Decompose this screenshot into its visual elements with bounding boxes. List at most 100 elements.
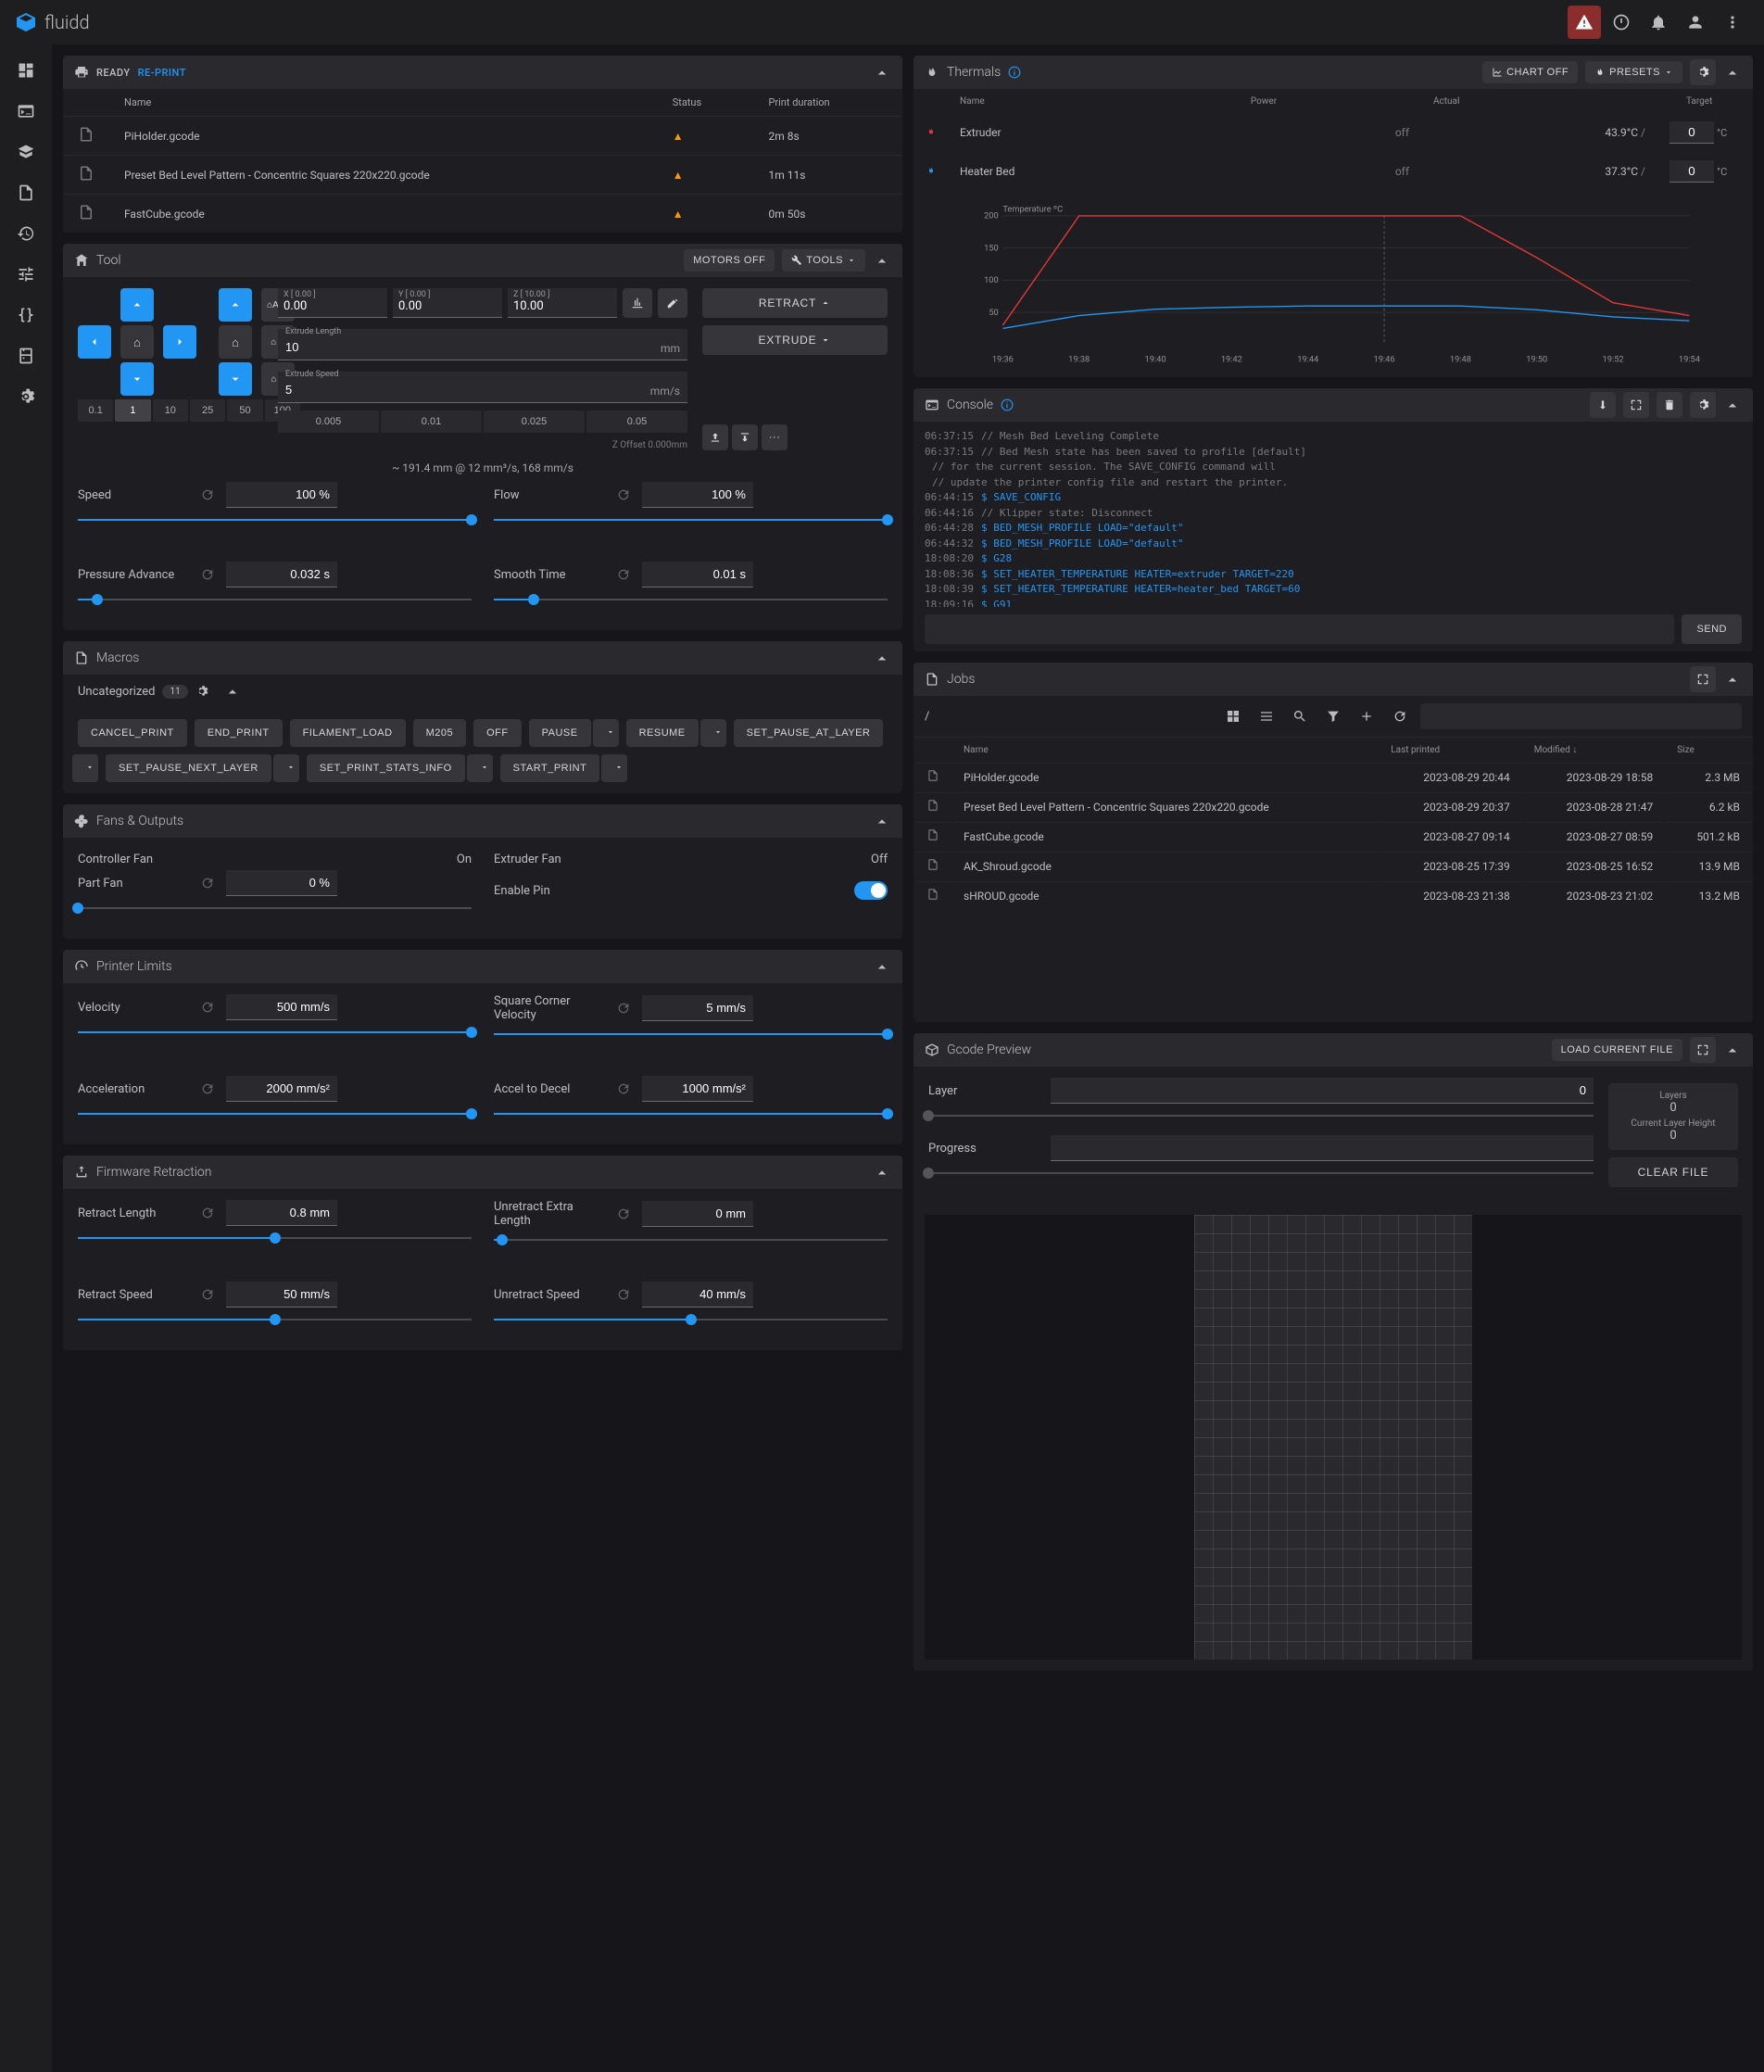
sl-vel-input[interactable] [226,994,337,1020]
enable-pin-switch[interactable] [854,881,888,900]
macro-filament_load[interactable]: FILAMENT_LOAD [290,719,406,747]
chevron-up-icon[interactable] [873,812,891,830]
jobs-fullscreen-button[interactable] [1690,666,1716,692]
nav-dashboard[interactable] [7,52,44,89]
move-x-plus[interactable] [163,325,196,359]
macro-pause[interactable]: PAUSE [529,719,591,747]
reset-icon[interactable] [616,1001,631,1016]
job-row[interactable]: Preset Bed Level Pattern - Concentric Sq… [915,792,1751,820]
sl-uex-input[interactable] [642,1201,753,1227]
chevron-up-icon[interactable] [1723,63,1742,82]
sl-partfan-input[interactable] [226,870,337,896]
sl-pa-slider[interactable] [78,599,472,600]
reset-icon[interactable] [616,1207,631,1221]
tools-button[interactable]: TOOLS [782,249,865,272]
extrude-button[interactable]: EXTRUDE [702,325,888,355]
macro-cancel_print[interactable]: CANCEL_PRINT [78,719,187,747]
macro-off[interactable]: OFF [473,719,522,747]
console-download-button[interactable] [1590,392,1616,418]
move-step-0.1[interactable]: 0.1 [78,399,113,422]
motors-off-button[interactable]: MOTORS OFF [684,249,775,272]
sl-rspd-slider[interactable] [78,1319,472,1320]
notifications-button[interactable] [1642,6,1675,39]
chevron-up-icon[interactable] [873,1163,891,1181]
macro-set_pause_at_layer-dropdown[interactable] [72,754,98,782]
macro-start_print-dropdown[interactable] [601,754,627,782]
macro-set_print_stats_info-dropdown[interactable] [467,754,493,782]
job-row[interactable]: FastCube.gcode2023-08-27 09:142023-08-27… [915,822,1751,850]
estep-0.025[interactable]: 0.025 [484,411,585,433]
print-history-row[interactable]: PiHolder.gcode▲2m 8s [63,117,902,156]
move-step-1[interactable]: 1 [115,399,150,422]
info-icon[interactable] [1001,398,1014,411]
extrude-speed-input[interactable] [278,372,687,403]
clear-file-button[interactable]: CLEAR FILE [1608,1157,1738,1187]
absolute-positioning-button[interactable] [623,288,652,318]
sl-sqv-input[interactable] [642,995,753,1021]
sl-uspd-slider[interactable] [494,1319,888,1320]
menu-button[interactable] [1716,6,1749,39]
console-settings-button[interactable] [1690,392,1716,418]
sl-rlen-slider[interactable] [78,1237,472,1239]
fil-menu-button[interactable]: ··· [762,424,788,450]
chevron-up-icon[interactable] [1723,396,1742,414]
sl-uex-slider[interactable] [494,1239,888,1241]
fil-unload-button[interactable] [732,424,758,450]
home-xy-button[interactable]: ⌂ [120,325,154,359]
sl-partfan-slider[interactable] [78,907,472,909]
move-step-10[interactable]: 10 [153,399,188,422]
sl-sqv-slider[interactable] [494,1033,888,1035]
home-z-button[interactable]: ⌂ [219,325,252,359]
move-z-plus[interactable] [219,288,252,322]
refresh-button[interactable] [1387,703,1413,729]
reset-icon[interactable] [616,567,631,582]
reset-icon[interactable] [616,1081,631,1096]
filter-button[interactable] [1320,703,1346,729]
sl-vel-slider[interactable] [78,1031,472,1033]
preview-fullscreen-button[interactable] [1690,1037,1716,1063]
sl-rlen-input[interactable] [226,1200,337,1226]
jobs-search-input[interactable] [1420,703,1742,729]
chevron-up-icon[interactable] [1723,1041,1742,1059]
info-icon[interactable] [1008,66,1021,79]
macro-resume-dropdown[interactable] [700,719,726,747]
move-y-minus[interactable] [120,362,154,396]
macro-start_print[interactable]: START_PRINT [500,754,600,782]
chevron-up-icon[interactable] [1723,670,1742,689]
move-x-minus[interactable] [78,325,111,359]
new-button[interactable] [1354,703,1380,729]
retract-button[interactable]: RETRACT [702,288,888,318]
edit-button[interactable] [658,288,687,318]
chevron-up-icon[interactable] [223,682,242,701]
layer-input[interactable] [1051,1078,1594,1104]
job-row[interactable]: AK_Shroud.gcode2023-08-25 17:392023-08-2… [915,852,1751,879]
console-fullscreen-button[interactable] [1623,392,1649,418]
load-current-file-button[interactable]: LOAD CURRENT FILE [1552,1039,1682,1061]
gcode-canvas[interactable] [925,1215,1742,1660]
macro-m205[interactable]: M205 [413,719,467,747]
reset-icon[interactable] [200,487,215,502]
sl-flow-slider[interactable] [494,519,888,521]
sl-smooth-input[interactable] [642,562,753,587]
sl-pa-input[interactable] [226,562,337,587]
power-button[interactable] [1605,6,1638,39]
macro-set_print_stats_info[interactable]: SET_PRINT_STATS_INFO [307,754,465,782]
target-input[interactable] [1670,160,1714,183]
sl-smooth-slider[interactable] [494,599,888,600]
thermals-settings-button[interactable] [1690,59,1716,85]
move-z-minus[interactable] [219,362,252,396]
console-clear-button[interactable] [1657,392,1682,418]
print-history-row[interactable]: FastCube.gcode▲0m 50s [63,195,902,234]
reset-icon[interactable] [200,1081,215,1096]
nav-console[interactable] [7,93,44,130]
job-row[interactable]: PiHolder.gcode2023-08-29 20:442023-08-29… [915,763,1751,790]
reset-icon[interactable] [200,567,215,582]
estep-0.05[interactable]: 0.05 [586,411,687,433]
chevron-up-icon[interactable] [873,63,891,82]
macro-resume[interactable]: RESUME [626,719,699,747]
macro-set_pause_next_layer[interactable]: SET_PAUSE_NEXT_LAYER [106,754,271,782]
sl-accel-slider[interactable] [78,1113,472,1115]
user-button[interactable] [1679,6,1712,39]
reset-icon[interactable] [616,487,631,502]
estop-button[interactable] [1568,6,1601,39]
